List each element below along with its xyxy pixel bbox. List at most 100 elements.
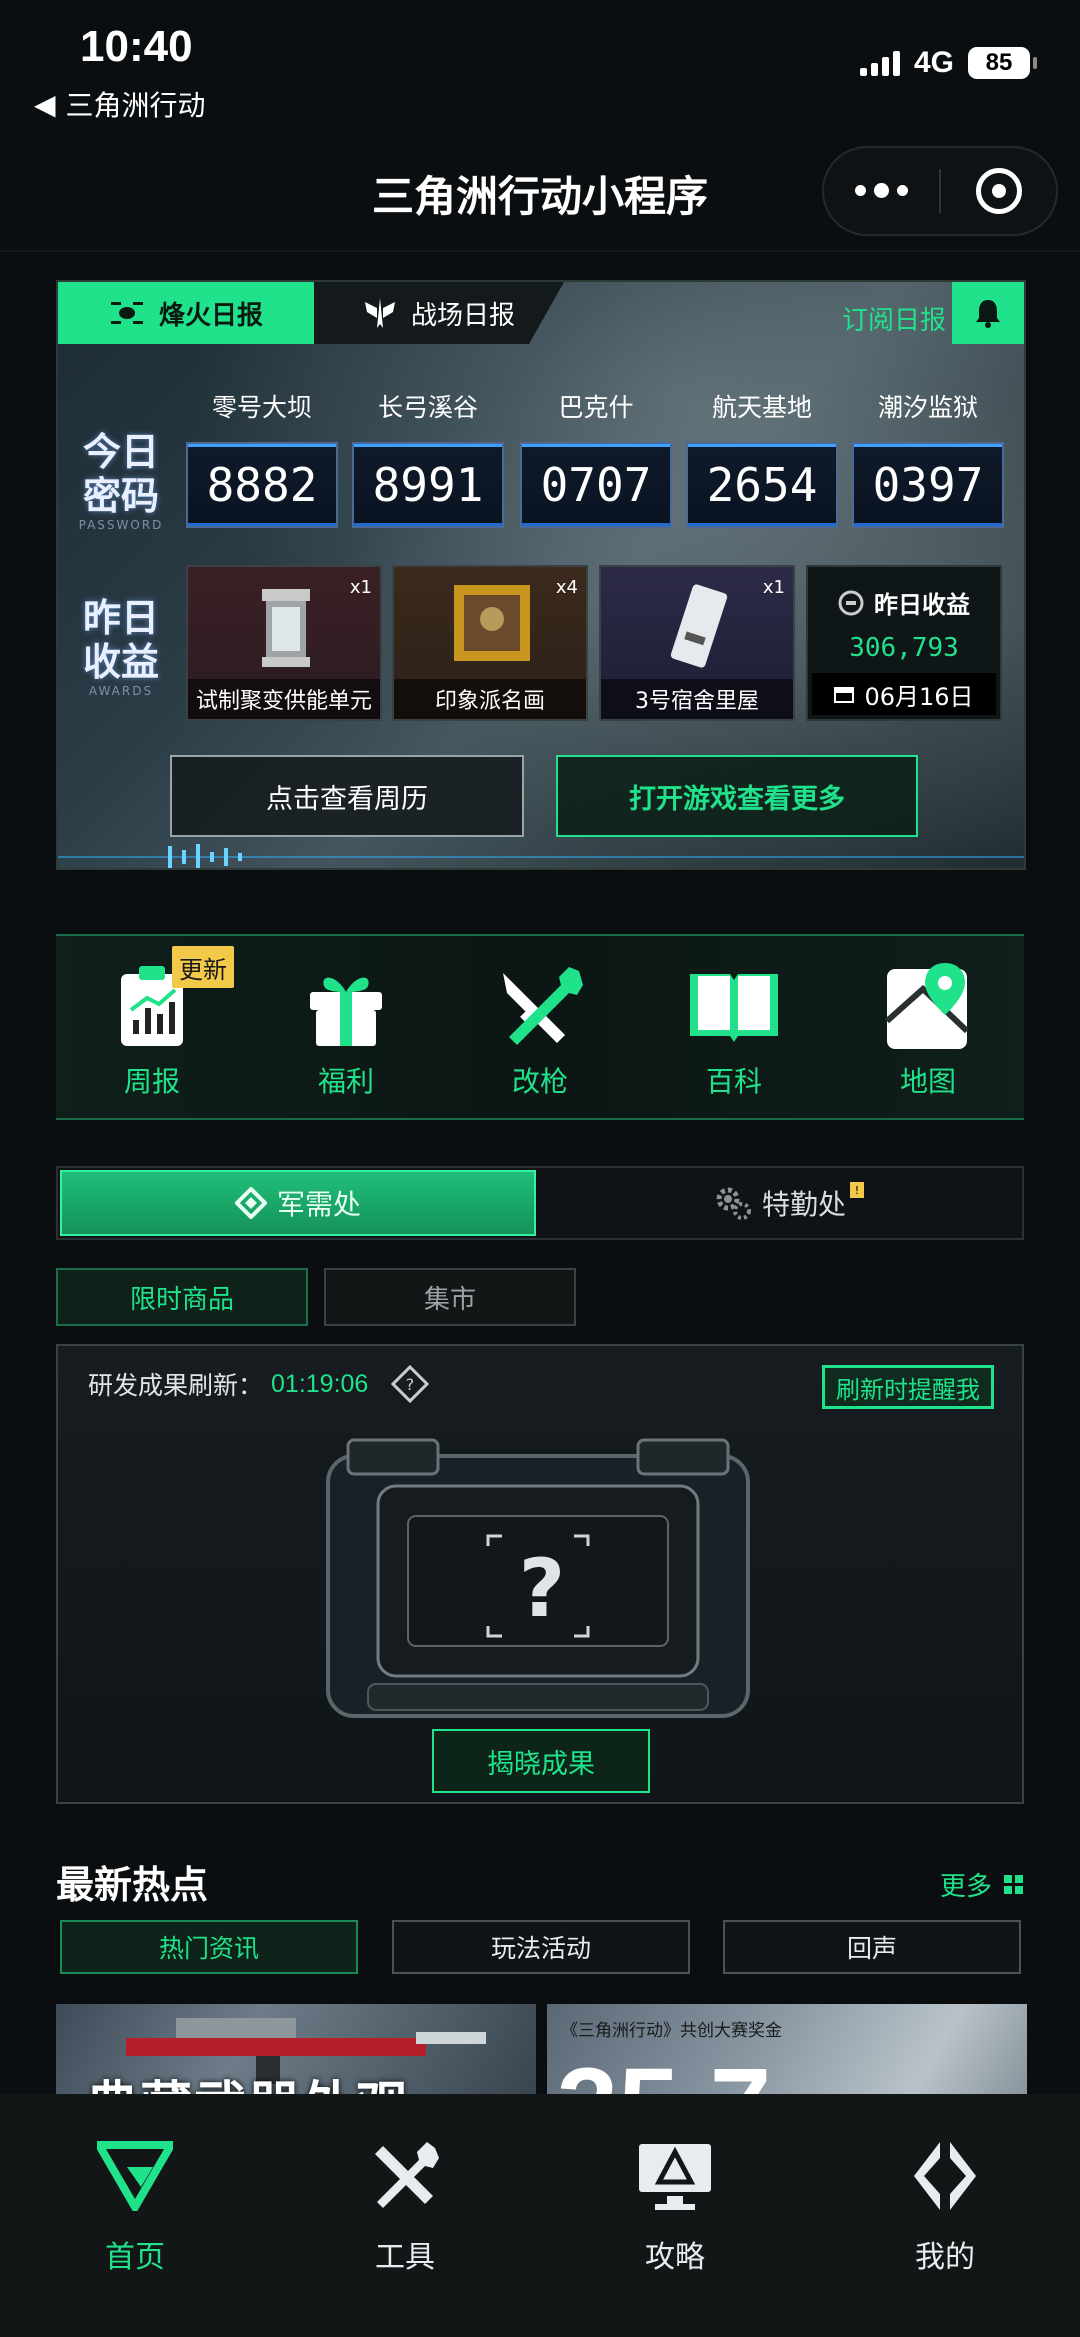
- network-label: 4G: [913, 46, 954, 79]
- awards-sub: AWARDS: [88, 684, 154, 698]
- map-name: 巴克什: [558, 393, 634, 422]
- nav-label: 攻略: [645, 2240, 705, 2275]
- news-tab-echo[interactable]: 回声: [723, 1920, 1021, 1974]
- nav-guide[interactable]: 攻略: [540, 2136, 810, 2276]
- nav-tools[interactable]: 工具: [270, 2136, 540, 2276]
- painting-icon: [454, 585, 530, 661]
- nav-label: 工具: [375, 2240, 435, 2275]
- tab-special-ops[interactable]: 特勤处: [540, 1170, 1020, 1236]
- item-quantity: x1: [762, 577, 785, 598]
- reward-item-card[interactable]: x1 试制聚变供能单元: [186, 565, 382, 721]
- password-label-line1: 今日: [82, 430, 159, 474]
- awards-label-line1: 昨日: [82, 596, 159, 640]
- password-code: 0397: [852, 442, 1004, 528]
- daily-report-panel: 烽火日报 战场日报 订阅日报 今日 密码 PASSWORD 零号大坝 长弓溪谷 …: [56, 280, 1026, 870]
- income-date-row: 06月16日: [812, 673, 996, 715]
- bell-icon: [976, 300, 1000, 328]
- help-diamond-icon[interactable]: ?: [390, 1364, 430, 1404]
- battery-icon: 85: [968, 47, 1037, 79]
- svg-text:?: ?: [406, 1375, 415, 1394]
- hot-more-label: 更多: [940, 1872, 993, 1902]
- open-game-button[interactable]: 打开游戏查看更多: [556, 755, 918, 837]
- income-title-row: 昨日收益: [808, 585, 1000, 620]
- reward-item-card[interactable]: x4 印象派名画: [392, 565, 588, 721]
- more-dot-icon: [855, 184, 866, 196]
- tools-icon: [375, 2142, 439, 2208]
- password-code: 2654: [686, 442, 838, 528]
- gun-wrench-icon: [503, 967, 583, 1045]
- diamond-logo-icon: [234, 1187, 267, 1219]
- back-to-app-link[interactable]: ◀ 三角洲行动: [34, 84, 206, 124]
- map-name: 长弓溪谷: [377, 393, 478, 422]
- quick-nav-label: 百科: [705, 1065, 762, 1098]
- item-quantity: x1: [349, 577, 372, 598]
- nav-home[interactable]: 首页: [0, 2136, 270, 2276]
- tab-quartermaster[interactable]: 军需处: [60, 1170, 536, 1236]
- subtab-market[interactable]: 集市: [324, 1268, 576, 1326]
- awards-title: 昨日 收益 AWARDS: [66, 596, 176, 698]
- tab-battle-daily[interactable]: 战场日报: [314, 282, 564, 344]
- keycard-icon: [670, 584, 728, 668]
- reveal-result-button[interactable]: 揭晓成果: [432, 1729, 650, 1793]
- quick-nav-gunsmith[interactable]: 改枪: [460, 958, 620, 1100]
- status-indicators: 4G 85: [859, 46, 1037, 80]
- password-code: 8882: [186, 442, 338, 528]
- fusion-power-unit-icon: [262, 589, 310, 667]
- nav-label: 我的: [915, 2240, 975, 2275]
- coin-icon: [838, 590, 864, 615]
- map-pin-icon: [885, 963, 970, 1049]
- tab-fire-daily[interactable]: 烽火日报: [58, 282, 314, 344]
- guide-monitor-icon: [639, 2144, 711, 2210]
- tab-special-ops-label: 特勤处: [761, 1188, 846, 1221]
- item-name: 印象派名画: [394, 679, 586, 719]
- password-sub: PASSWORD: [78, 518, 164, 532]
- quick-nav-label: 福利: [317, 1065, 374, 1098]
- drone-icon: [110, 302, 143, 324]
- income-title: 昨日收益: [874, 591, 970, 619]
- back-triangle-icon: ◀: [34, 87, 56, 121]
- view-weekly-calendar-button[interactable]: 点击查看周历: [170, 755, 524, 837]
- item-name: 3号宿舍里屋: [601, 679, 793, 719]
- quick-nav-map[interactable]: 地图: [848, 958, 1008, 1100]
- more-dot-icon: [874, 182, 889, 198]
- yesterday-income-card: 昨日收益 306,793 06月16日: [806, 565, 1002, 721]
- nav-profile[interactable]: 我的: [810, 2136, 1080, 2276]
- reward-item-card[interactable]: x1 3号宿舍里屋: [599, 565, 795, 721]
- research-refresh-row: 研发成果刷新： 01:19:06 ?: [88, 1364, 430, 1404]
- waveform-decoration: [58, 844, 1024, 868]
- more-dot-icon: [897, 184, 908, 196]
- signal-icon: [859, 50, 900, 76]
- close-miniprogram-button[interactable]: [941, 168, 1056, 214]
- income-date: 06月16日: [864, 682, 974, 711]
- profile-logo-icon: [914, 2142, 976, 2210]
- research-refresh-label: 研发成果刷新：: [88, 1371, 264, 1400]
- back-app-label: 三角洲行动: [65, 89, 206, 122]
- bell-button[interactable]: [952, 282, 1024, 344]
- remind-on-refresh-button[interactable]: 刷新时提醒我: [822, 1365, 994, 1409]
- news-tab-activities[interactable]: 玩法活动: [392, 1920, 690, 1974]
- password-label-line2: 密码: [82, 474, 159, 518]
- income-value: 306,793: [849, 633, 959, 663]
- quick-nav-welfare[interactable]: 福利: [266, 958, 426, 1100]
- quick-nav-encyclopedia[interactable]: 百科: [654, 958, 814, 1100]
- quick-nav-label: 周报: [123, 1065, 180, 1098]
- subtab-limited-goods[interactable]: 限时商品: [56, 1268, 308, 1326]
- battery-level: 85: [985, 49, 1013, 76]
- map-name: 航天基地: [711, 393, 812, 422]
- header-divider: [0, 250, 1080, 252]
- bottom-nav: 首页 工具 攻略 我的: [0, 2094, 1080, 2337]
- news-card-subtitle: 《三角洲行动》共创大赛奖金: [561, 2021, 782, 2041]
- item-name: 试制聚变供能单元: [188, 679, 380, 719]
- subscribe-daily-link[interactable]: 订阅日报: [842, 300, 946, 337]
- tab-quartermaster-label: 军需处: [276, 1188, 361, 1221]
- hot-more-link[interactable]: 更多: [940, 1866, 1024, 1903]
- target-circle-icon: [975, 168, 1022, 214]
- home-logo-icon: [97, 2141, 173, 2211]
- news-tab-hot[interactable]: 热门资讯: [60, 1920, 358, 1974]
- hot-news-title: 最新热点: [56, 1863, 209, 1907]
- gift-icon: [310, 977, 382, 1046]
- password-title: 今日 密码 PASSWORD: [66, 430, 176, 532]
- map-name: 零号大坝: [211, 393, 312, 422]
- more-menu-button[interactable]: [824, 182, 939, 198]
- mystery-symbol: ?: [518, 1542, 566, 1635]
